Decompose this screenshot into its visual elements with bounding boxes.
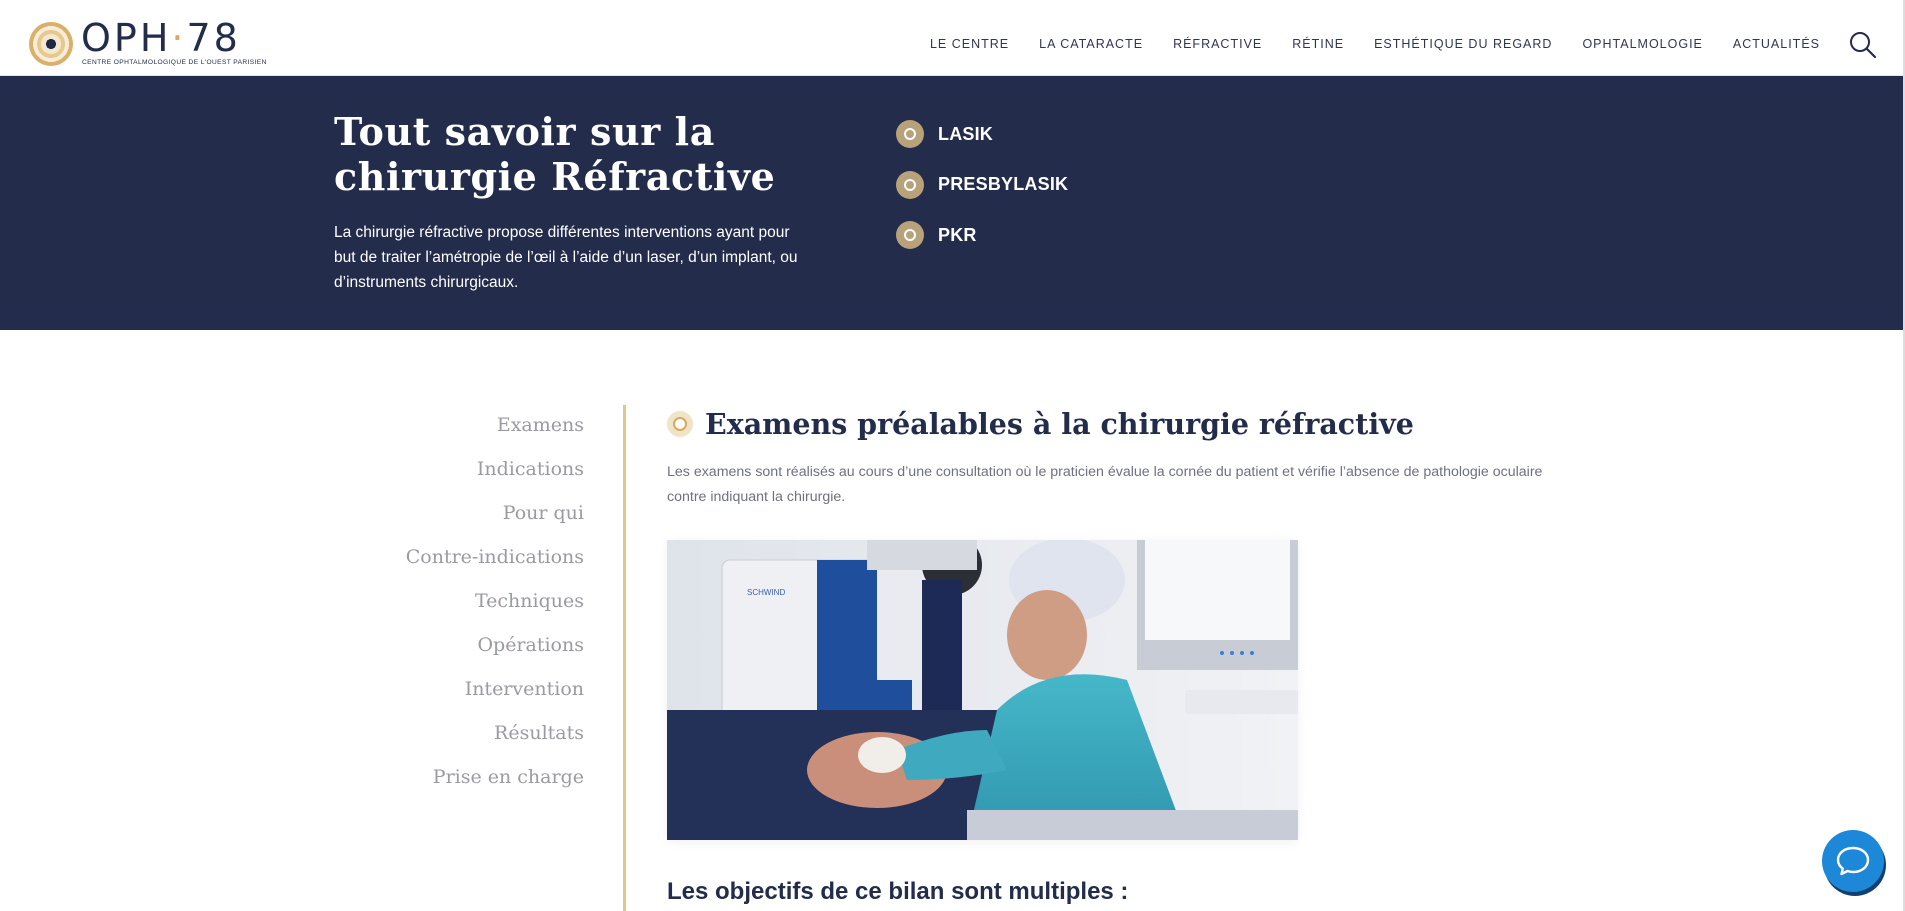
site-logo[interactable]: OPH·78 CENTRE OPHTALMOLOGIQUE DE L'OUEST… xyxy=(29,16,279,70)
hero-description: La chirurgie réfractive propose différen… xyxy=(334,224,798,291)
nav-item-esthetique-du-regard[interactable]: ESTHÉTIQUE DU REGARD xyxy=(1374,37,1552,51)
main-nav: LE CENTRE LA CATARACTE RÉFRACTIVE RÉTINE… xyxy=(930,37,1820,51)
circle-bullet-icon xyxy=(667,411,693,437)
circle-bullet-icon xyxy=(896,221,924,249)
circle-bullet-icon xyxy=(896,170,924,199)
hero-banner: Tout savoir sur la chirurgie Réfractive … xyxy=(0,76,1905,330)
surgery-photo: SCHWIND xyxy=(667,540,1298,840)
hero-link-label: PRESBYLASIK xyxy=(938,174,1069,194)
sidebar-item-techniques[interactable]: Techniques xyxy=(380,586,584,630)
nav-item-retine[interactable]: RÉTINE xyxy=(1292,37,1344,51)
eye-logo-icon xyxy=(29,22,73,66)
logo-wordmark: OPH·78 xyxy=(81,16,241,60)
search-button[interactable] xyxy=(1848,30,1878,60)
site-header: OPH·78 CENTRE OPHTALMOLOGIQUE DE L'OUEST… xyxy=(0,0,1905,76)
surgery-photo-illustration: SCHWIND xyxy=(667,540,1298,840)
nav-item-le-centre[interactable]: LE CENTRE xyxy=(930,37,1009,51)
hero-title: Tout savoir sur la chirurgie Réfractive xyxy=(334,109,776,199)
sidebar-item-indications[interactable]: Indications xyxy=(380,454,584,498)
section-heading: Examens préalables à la chirurgie réfrac… xyxy=(667,405,1414,443)
sidebar-item-contre-indications[interactable]: Contre-indications xyxy=(380,542,584,586)
sidebar-item-examens[interactable]: Examens xyxy=(380,410,584,454)
vertical-divider xyxy=(623,405,626,911)
chat-button[interactable] xyxy=(1822,830,1884,892)
hero-link-lasik[interactable]: LASIK xyxy=(896,120,1068,148)
hero-link-presbylasik[interactable]: PRESBYLASIK xyxy=(896,170,1069,199)
objectifs-heading: Les objectifs de ce bilan sont multiples… xyxy=(667,878,1129,905)
search-icon xyxy=(1850,32,1877,59)
nav-item-refractive[interactable]: RÉFRACTIVE xyxy=(1173,37,1262,51)
nav-item-la-cataracte[interactable]: LA CATARACTE xyxy=(1039,37,1143,51)
logo-subtitle: CENTRE OPHTALMOLOGIQUE DE L'OUEST PARISI… xyxy=(82,59,267,66)
hero-links: LASIK PRESBYLASIK PKR xyxy=(896,120,1068,272)
nav-item-ophtalmologie[interactable]: OPHTALMOLOGIE xyxy=(1582,37,1702,51)
sidebar-item-resultats[interactable]: Résultats xyxy=(380,718,584,762)
nav-item-actualites[interactable]: ACTUALITÉS xyxy=(1733,37,1820,51)
hero-link-pkr[interactable]: PKR xyxy=(896,221,1068,249)
section-sidebar-nav: Examens Indications Pour qui Contre-indi… xyxy=(380,410,584,806)
sidebar-item-pour-qui[interactable]: Pour qui xyxy=(380,498,584,542)
chat-bubble-icon xyxy=(1836,846,1870,876)
sidebar-item-intervention[interactable]: Intervention xyxy=(380,674,584,718)
section-title: Examens préalables à la chirurgie réfrac… xyxy=(705,407,1414,441)
sidebar-item-operations[interactable]: Opérations xyxy=(380,630,584,674)
sidebar-item-prise-en-charge[interactable]: Prise en charge xyxy=(380,762,584,806)
hero-link-label: LASIK xyxy=(938,123,993,144)
hero-link-label: PKR xyxy=(938,224,977,245)
section-paragraph: Les examens sont réalisés au cours d’une… xyxy=(667,464,1543,505)
photo-brand-label: SCHWIND xyxy=(747,588,785,597)
circle-bullet-icon xyxy=(896,120,924,148)
